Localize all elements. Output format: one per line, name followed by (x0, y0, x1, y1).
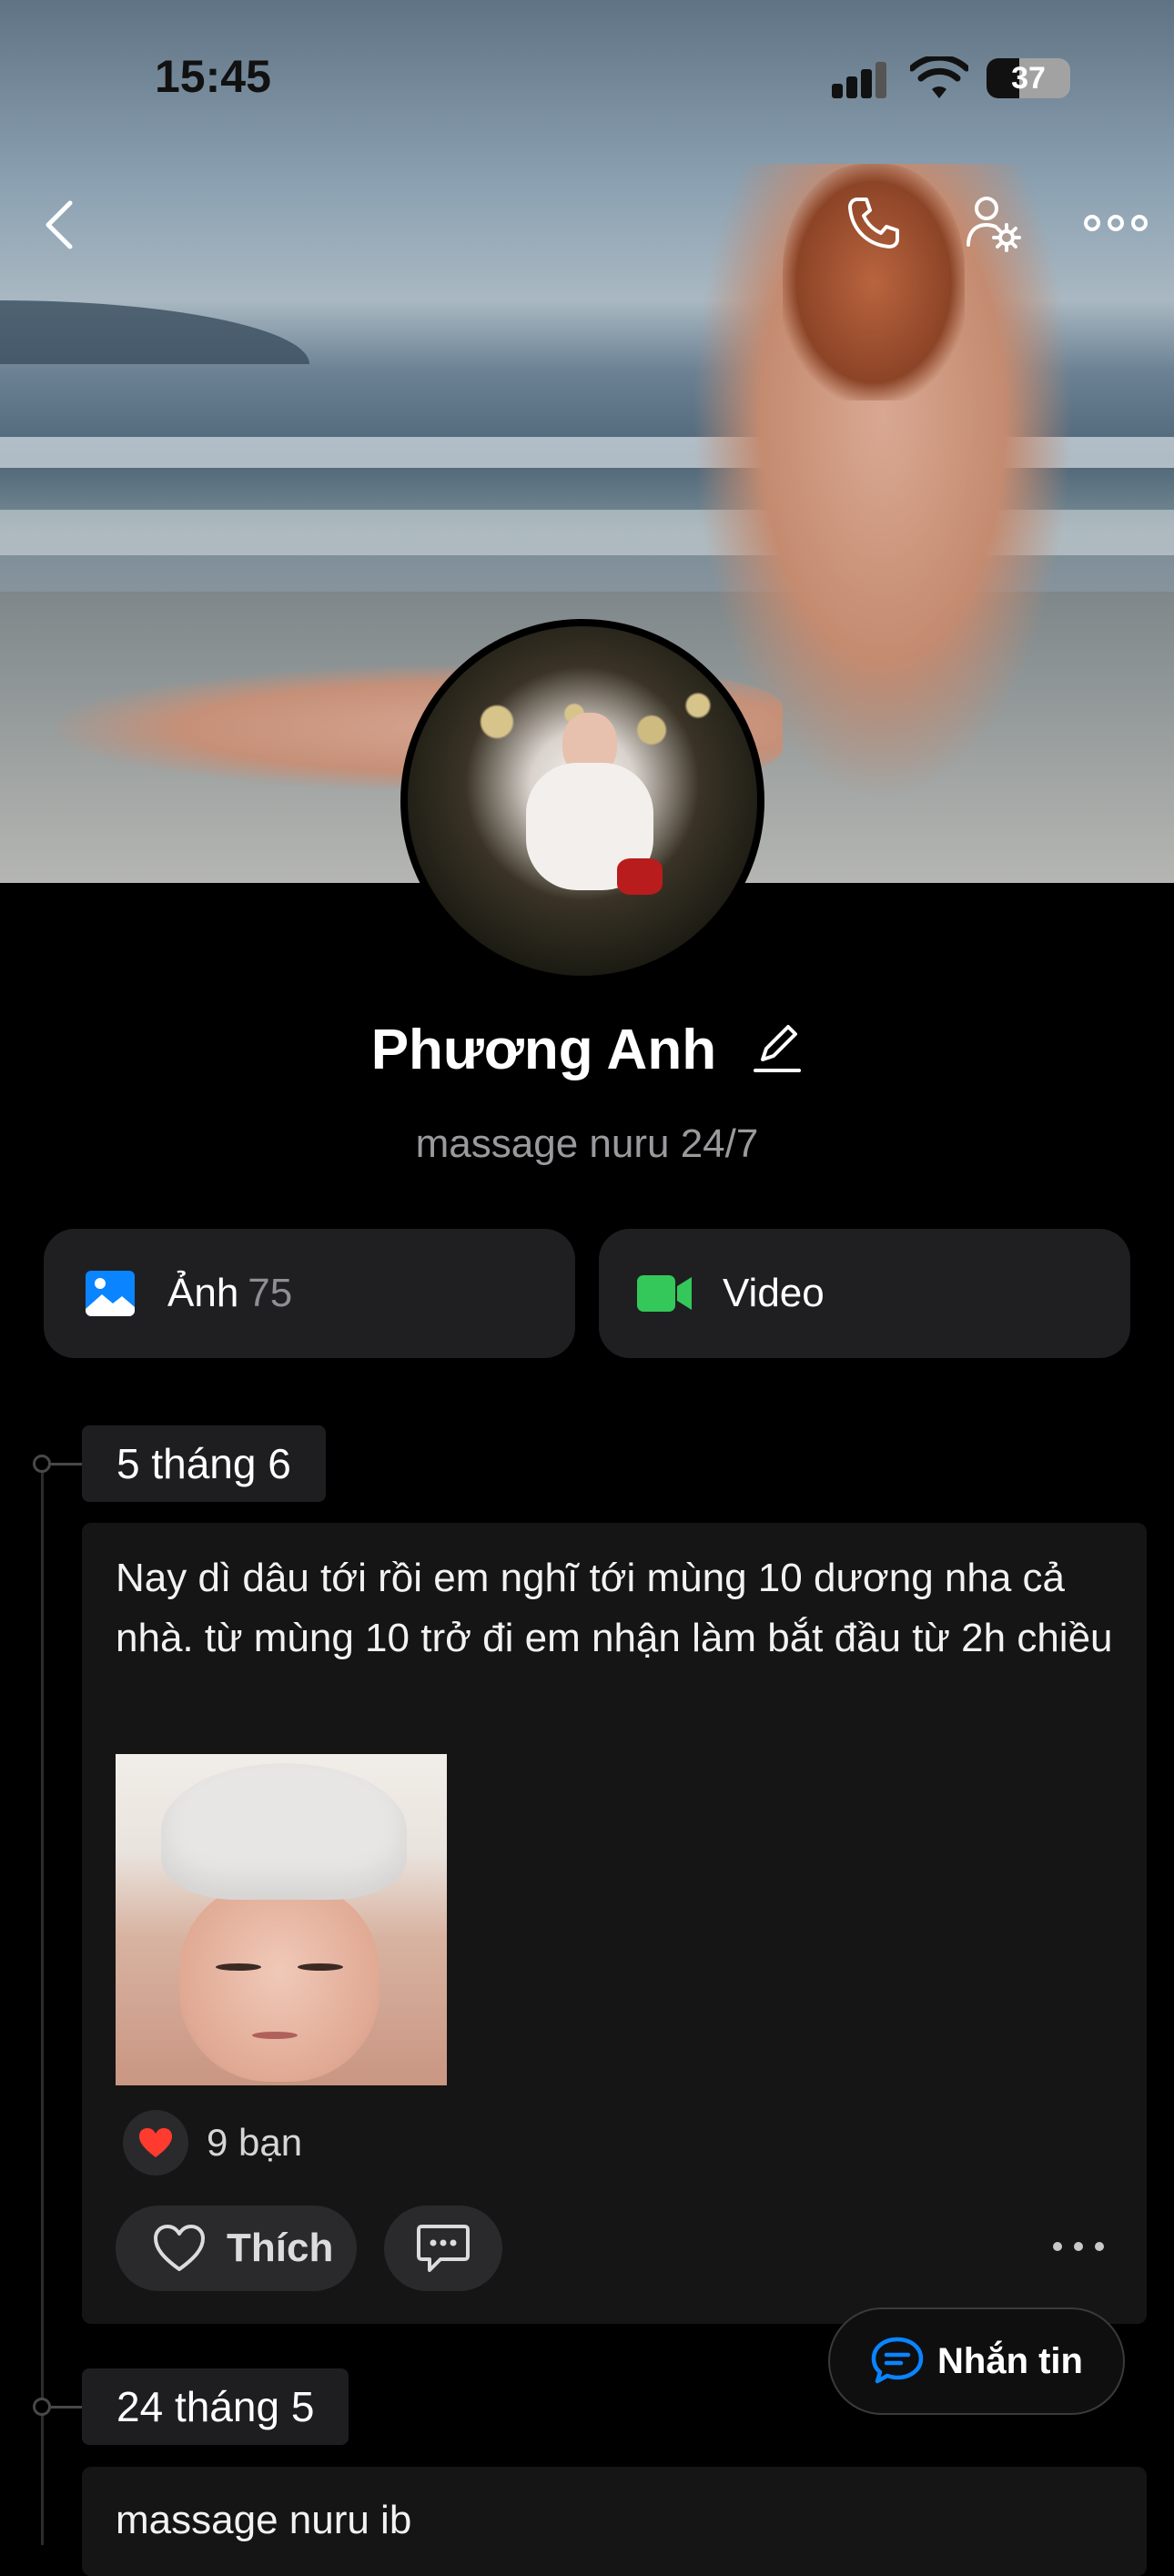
back-button[interactable] (27, 193, 91, 257)
comment-icon (417, 2225, 470, 2272)
photo-towel (161, 1763, 407, 1900)
more-dots-icon (1053, 2242, 1104, 2251)
photo-mouth (252, 2032, 298, 2039)
more-horizontal-icon (1084, 215, 1148, 231)
more-options-button[interactable] (1079, 196, 1152, 250)
pencil-icon (754, 1025, 802, 1073)
timeline-dot (33, 2398, 51, 2416)
like-label: Thích (227, 2226, 334, 2270)
photos-count: 75 (248, 1271, 293, 1315)
post-card[interactable]: massage nuru ib (82, 2467, 1147, 2576)
profile-name-row: Phương Anh (0, 1018, 1174, 1088)
timeline-connector (51, 2406, 82, 2409)
message-label: Nhắn tin (937, 2340, 1083, 2381)
cover-hill (0, 300, 309, 364)
video-label: Video (723, 1271, 825, 1315)
avatar[interactable] (400, 619, 764, 983)
avatar-skirt (617, 858, 663, 895)
post-date: 24 tháng 5 (82, 2368, 349, 2445)
wifi-icon (908, 54, 970, 106)
message-button[interactable]: Nhắn tin (828, 2307, 1125, 2415)
user-gear-icon (967, 197, 1021, 252)
edit-name-button[interactable] (752, 1019, 803, 1088)
battery-icon: 37 (987, 58, 1070, 98)
post-card[interactable]: Nay dì dâu tới rồi em nghĩ tới mùng 10 d… (82, 1523, 1147, 2324)
photos-button[interactable]: Ảnh 75 (44, 1229, 575, 1358)
post-text: massage nuru ib (116, 2498, 412, 2542)
timeline-line (41, 1465, 44, 2545)
heart-reaction (123, 2110, 188, 2175)
chevron-left-icon (46, 200, 73, 249)
profile-settings-button[interactable] (957, 187, 1030, 259)
photo-eye (298, 1963, 343, 1971)
post-text: Nay dì dâu tới rồi em nghĩ tới mùng 10 d… (116, 1556, 1113, 1660)
reactions-summary[interactable]: 9 bạn (123, 2110, 302, 2175)
timeline-connector (51, 1463, 82, 1465)
reaction-count: 9 bạn (207, 2121, 303, 2164)
status-time: 15:45 (155, 51, 271, 102)
timeline-dot (33, 1455, 51, 1473)
photos-label: Ảnh (167, 1271, 239, 1315)
image-icon (86, 1271, 135, 1316)
comment-button[interactable] (384, 2206, 502, 2291)
post-photo[interactable] (116, 1754, 447, 2085)
heart-icon (139, 2128, 172, 2157)
phone-icon (848, 198, 899, 248)
chat-bubble-icon (871, 2337, 924, 2384)
post-date: 5 tháng 6 (82, 1425, 326, 1502)
video-camera-icon (637, 1275, 692, 1312)
photo-eye (216, 1963, 261, 1971)
profile-bio: massage nuru 24/7 (415, 1121, 759, 1166)
signal-icon (830, 60, 892, 105)
battery-level: 37 (1011, 60, 1046, 96)
profile-name: Phương Anh (370, 1019, 717, 1081)
post-more-button[interactable] (1047, 2224, 1110, 2269)
heart-outline-icon (154, 2225, 205, 2271)
like-button[interactable]: Thích (116, 2206, 357, 2291)
call-button[interactable] (837, 187, 910, 259)
photo-face (179, 1881, 380, 2082)
video-button[interactable]: Video (599, 1229, 1130, 1358)
